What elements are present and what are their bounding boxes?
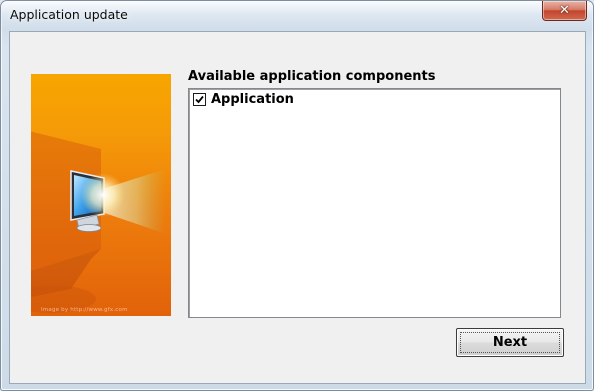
close-button[interactable]: ✕ xyxy=(542,1,587,21)
list-item-application[interactable]: Application xyxy=(193,92,294,107)
list-item-label: Application xyxy=(211,92,294,107)
banner-watermark: Image by http://www.gfx.com xyxy=(41,307,128,313)
close-icon: ✕ xyxy=(559,3,570,18)
banner-image: Image by http://www.gfx.com xyxy=(31,74,171,316)
monitor-icon xyxy=(31,131,166,313)
checkmark-icon xyxy=(195,95,204,104)
components-label: Available application components xyxy=(188,69,436,84)
window-title: Application update xyxy=(10,7,128,22)
title-bar[interactable]: Application update ✕ xyxy=(1,1,593,31)
components-list[interactable]: Application xyxy=(188,88,561,318)
next-button[interactable]: Next xyxy=(456,328,564,357)
next-button-label: Next xyxy=(492,335,528,350)
application-checkbox[interactable] xyxy=(193,93,206,106)
